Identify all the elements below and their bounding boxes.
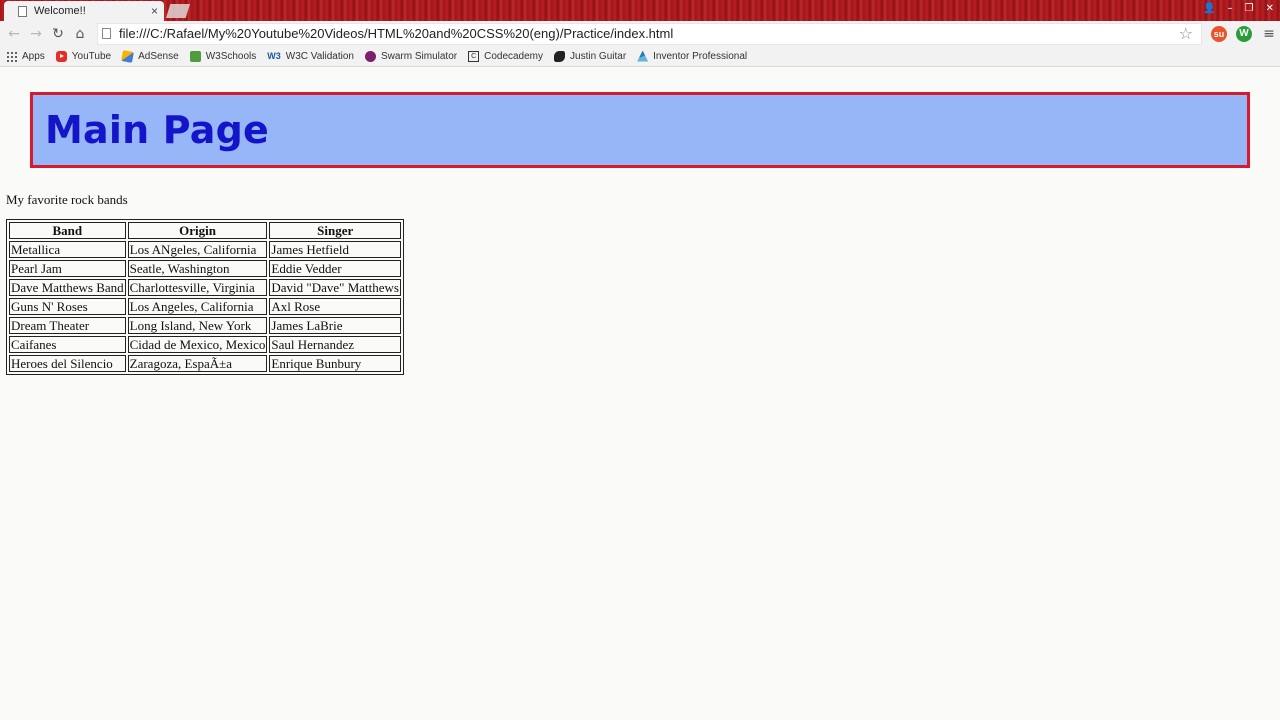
cell-origin: Seatle, Washington <box>127 260 268 277</box>
bookmark-label: W3Schools <box>205 50 257 62</box>
bookmark-youtube[interactable]: YouTube <box>55 50 112 62</box>
cell-singer: James LaBrie <box>269 317 401 334</box>
bookmark-swarm-simulator[interactable]: Swarm Simulator <box>364 50 458 62</box>
page-viewport: Main Page My favorite rock bands Band Or… <box>0 68 1280 720</box>
apps-grid-icon <box>6 50 17 62</box>
bands-table: Band Origin Singer Metallica Los ANgeles… <box>6 219 404 375</box>
page-header-box: Main Page <box>30 92 1250 168</box>
bookmark-label: W3C Validation <box>285 50 354 62</box>
reload-button[interactable]: ↻ <box>47 23 69 45</box>
cell-singer: Enrique Bunbury <box>269 355 401 372</box>
adsense-icon <box>121 49 134 63</box>
cell-origin: Los ANgeles, California <box>127 241 268 258</box>
cell-band: Dream Theater <box>9 317 126 334</box>
bookmark-inventor-professional[interactable]: Inventor Professional <box>637 50 748 62</box>
table-row: Caifanes Cidad de Mexico, Mexico Saul He… <box>9 336 401 353</box>
table-row: Metallica Los ANgeles, California James … <box>9 241 401 258</box>
w-extension-icon[interactable]: W <box>1236 25 1252 42</box>
cell-origin: Los Angeles, California <box>127 298 268 315</box>
cell-singer: Axl Rose <box>269 298 401 315</box>
bookmark-w3c-validation[interactable]: W3 W3C Validation <box>267 51 354 62</box>
cell-singer: David "Dave" Matthews <box>269 279 401 296</box>
chrome-menu-button[interactable]: ≡ <box>1258 23 1280 45</box>
address-bar-url[interactable]: file:///C:/Rafael/My%20Youtube%20Videos/… <box>119 26 1179 41</box>
w3schools-icon <box>189 50 201 62</box>
file-icon <box>102 28 111 39</box>
restore-icon[interactable]: ❐ <box>1245 3 1254 14</box>
address-bar[interactable]: file:///C:/Rafael/My%20Youtube%20Videos/… <box>97 22 1202 45</box>
bookmark-codecademy[interactable]: C Codecademy <box>468 50 544 62</box>
youtube-icon <box>55 50 67 62</box>
bookmark-w3schools[interactable]: W3Schools <box>189 50 257 62</box>
intro-text: My favorite rock bands <box>6 192 128 207</box>
bands-table-wrapper: Band Origin Singer Metallica Los ANgeles… <box>6 219 404 375</box>
cell-singer: James Hetfield <box>269 241 401 258</box>
cell-band: Guns N' Roses <box>9 298 126 315</box>
bookmark-label: Codecademy <box>484 50 544 62</box>
table-row: Pearl Jam Seatle, Washington Eddie Vedde… <box>9 260 401 277</box>
bookmark-star-icon[interactable]: ☆ <box>1179 24 1193 43</box>
cell-band: Caifanes <box>9 336 126 353</box>
browser-titlebar: Welcome!! × 👤 – ❐ ✕ <box>0 0 1280 21</box>
bookmark-label: Swarm Simulator <box>380 50 458 62</box>
cell-band: Metallica <box>9 241 126 258</box>
cell-singer: Eddie Vedder <box>269 260 401 277</box>
column-header-singer: Singer <box>269 222 401 239</box>
page-title: Main Page <box>45 108 270 152</box>
window-controls: 👤 – ❐ ✕ <box>1203 0 1274 16</box>
cell-origin: Charlottesville, Virginia <box>127 279 268 296</box>
cell-singer: Saul Hernandez <box>269 336 401 353</box>
forward-button[interactable]: → <box>25 23 47 45</box>
codecademy-icon: C <box>468 50 480 62</box>
close-icon[interactable]: ✕ <box>1266 3 1274 14</box>
stumbleupon-extension-icon[interactable]: su <box>1211 25 1227 42</box>
inventor-icon <box>637 50 649 62</box>
browser-tab-active[interactable]: Welcome!! × <box>4 1 164 21</box>
tab-title: Welcome!! <box>34 5 86 17</box>
cell-origin: Zaragoza, EspaÃ±a <box>127 355 268 372</box>
bookmark-label: Inventor Professional <box>653 50 748 62</box>
home-button[interactable]: ⌂ <box>69 23 91 45</box>
back-button[interactable]: ← <box>3 23 25 45</box>
column-header-band: Band <box>9 222 126 239</box>
cell-origin: Long Island, New York <box>127 317 268 334</box>
bookmark-justin-guitar[interactable]: Justin Guitar <box>554 50 627 62</box>
user-icon[interactable]: 👤 <box>1203 3 1215 14</box>
cell-band: Heroes del Silencio <box>9 355 126 372</box>
new-tab-button[interactable] <box>166 4 190 18</box>
bookmark-apps[interactable]: Apps <box>6 50 45 62</box>
table-row: Dream Theater Long Island, New York Jame… <box>9 317 401 334</box>
bookmark-label: YouTube <box>71 50 112 62</box>
table-header-row: Band Origin Singer <box>9 222 401 239</box>
cell-origin: Cidad de Mexico, Mexico <box>127 336 268 353</box>
tab-close-icon[interactable]: × <box>151 5 158 17</box>
bookmark-label: AdSense <box>138 50 179 62</box>
w3c-icon: W3 <box>267 50 281 61</box>
bookmarks-bar: Apps YouTube AdSense W3Schools W3 W3C Va… <box>0 46 1280 67</box>
browser-toolbar: ← → ↻ ⌂ file:///C:/Rafael/My%20Youtube%2… <box>0 21 1280 46</box>
minimize-icon[interactable]: – <box>1228 3 1233 14</box>
bookmark-label: Justin Guitar <box>570 50 627 62</box>
bookmark-adsense[interactable]: AdSense <box>121 49 179 63</box>
cell-band: Dave Matthews Band <box>9 279 126 296</box>
swarm-icon <box>364 50 376 62</box>
table-row: Heroes del Silencio Zaragoza, EspaÃ±a En… <box>9 355 401 372</box>
table-row: Dave Matthews Band Charlottesville, Virg… <box>9 279 401 296</box>
page-icon <box>18 5 27 17</box>
justin-guitar-icon <box>554 50 566 62</box>
bookmark-label: Apps <box>22 50 45 62</box>
column-header-origin: Origin <box>127 222 268 239</box>
table-row: Guns N' Roses Los Angeles, California Ax… <box>9 298 401 315</box>
cell-band: Pearl Jam <box>9 260 126 277</box>
